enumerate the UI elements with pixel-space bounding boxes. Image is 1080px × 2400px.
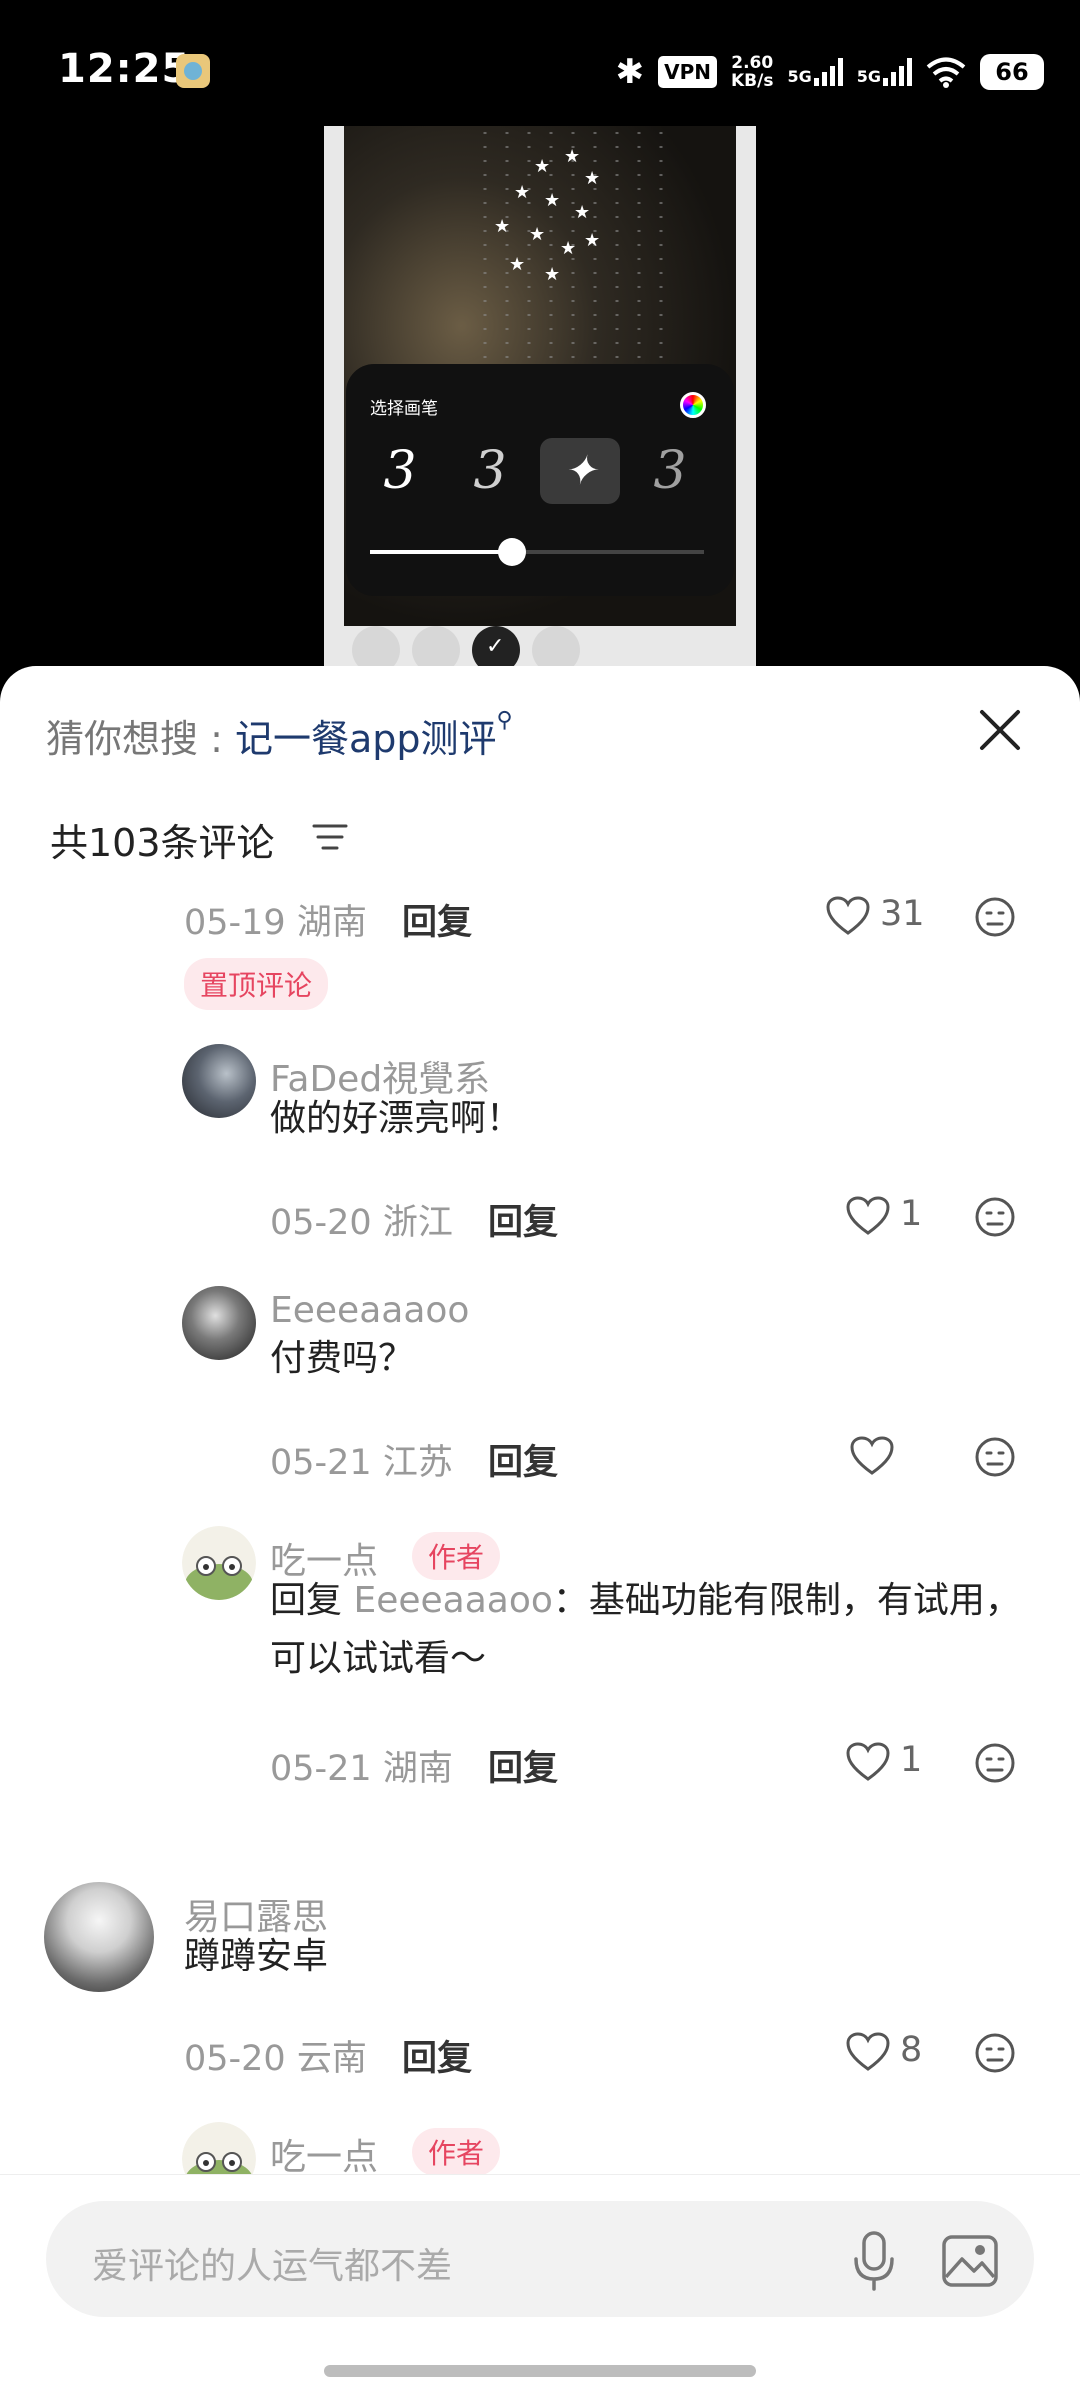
speed-value: 2.60 bbox=[731, 53, 774, 73]
comment-text: 付费吗？ bbox=[270, 1338, 415, 1379]
like-count: 8 bbox=[900, 2030, 923, 2070]
reply-prefix: 回复 bbox=[270, 1580, 354, 1621]
avatar[interactable] bbox=[182, 1044, 256, 1118]
brush-option-stars: ✦ bbox=[540, 438, 620, 504]
status-bar: 12:25 ✱ VPN 2.60 KB/s 5G 5G 66 bbox=[0, 0, 1080, 130]
suggested-search[interactable]: 猜你想搜 : 记一餐app测评⚲ bbox=[46, 708, 513, 763]
reply-button[interactable]: 回复 bbox=[488, 1740, 558, 1791]
battery-icon: 66 bbox=[980, 54, 1044, 90]
heart-icon[interactable] bbox=[846, 2032, 890, 2072]
heart-icon[interactable] bbox=[850, 1436, 894, 1476]
network-type-1: 5G bbox=[787, 67, 812, 86]
comment-meta: 05-21 江苏 bbox=[270, 1443, 453, 1483]
comment-text: 蹲蹲安卓 bbox=[184, 1936, 329, 1977]
author-tag: 作者 bbox=[412, 2128, 501, 2176]
brush-size-slider bbox=[370, 538, 704, 566]
emoji-react-icon[interactable] bbox=[974, 1742, 1016, 1784]
speed-unit: KB/s bbox=[731, 71, 774, 91]
bluetooth-icon: ✱ bbox=[615, 52, 645, 92]
close-icon[interactable] bbox=[976, 706, 1024, 754]
network-type-2: 5G bbox=[856, 67, 881, 86]
comment-input-placeholder: 爱评论的人运气都不差 bbox=[92, 2246, 453, 2287]
wifi-icon bbox=[926, 57, 966, 88]
heart-icon[interactable] bbox=[826, 896, 870, 936]
brush-option-pen: 3 bbox=[383, 441, 417, 501]
heart-icon[interactable] bbox=[846, 1196, 890, 1236]
signal-1-icon: 5G bbox=[787, 58, 843, 86]
emoji-react-icon[interactable] bbox=[974, 896, 1016, 938]
comment-meta: 05-21 湖南 bbox=[270, 1749, 453, 1789]
like-count: 1 bbox=[900, 1194, 923, 1234]
avatar[interactable] bbox=[182, 1286, 256, 1360]
comment-meta: 05-20 浙江 bbox=[270, 1203, 453, 1243]
image-icon[interactable] bbox=[942, 2235, 998, 2287]
comment-count: 共103条评论 bbox=[50, 821, 275, 865]
brush-option-glow: 3 bbox=[473, 441, 507, 501]
pinned-comment-tag: 置顶评论 bbox=[184, 958, 329, 1010]
emoji-react-icon[interactable] bbox=[974, 1196, 1016, 1238]
brush-selector-panel: 选择画笔 3 3 ✦ 3 bbox=[346, 364, 734, 596]
reply-button[interactable]: 回复 bbox=[488, 1434, 558, 1485]
avatar[interactable] bbox=[44, 1882, 154, 1992]
reply-button[interactable]: 回复 bbox=[402, 894, 472, 945]
comment-meta: 05-19 湖南 bbox=[184, 903, 367, 943]
comment-text: 回复 Eeeeaaaoo：基础功能有限制，有试用，可以试试看～ bbox=[270, 1572, 1040, 1688]
heart-icon[interactable] bbox=[846, 1742, 890, 1782]
brush-option-chalk: 3 bbox=[653, 441, 687, 501]
reply-button[interactable]: 回复 bbox=[488, 1194, 558, 1245]
slider-knob bbox=[498, 538, 526, 566]
comment-input[interactable]: 爱评论的人运气都不差 bbox=[46, 2201, 1034, 2317]
search-icon: ⚲ bbox=[496, 708, 513, 733]
emoji-react-icon[interactable] bbox=[974, 1436, 1016, 1478]
emoji-react-icon[interactable] bbox=[974, 2032, 1016, 2074]
comment-text: 做的好漂亮啊！ bbox=[270, 1098, 523, 1139]
post-image-preview[interactable]: ★ ★ ★ ★ ★ ★ ★ ★ ★ ★ ★ ★ 选择画笔 3 3 ✦ 3 bbox=[324, 126, 756, 686]
status-time: 12:25 bbox=[58, 46, 191, 92]
network-speed: 2.60 KB/s bbox=[731, 54, 773, 90]
color-wheel-icon bbox=[680, 392, 706, 418]
comment-meta: 05-20 云南 bbox=[184, 2039, 367, 2079]
avatar[interactable] bbox=[182, 1526, 256, 1600]
home-indicator[interactable] bbox=[324, 2365, 756, 2377]
like-count: 1 bbox=[900, 1740, 923, 1780]
vpn-badge: VPN bbox=[658, 56, 717, 88]
like-count: 31 bbox=[880, 894, 925, 934]
mic-icon[interactable] bbox=[852, 2231, 896, 2291]
comments-sheet: 猜你想搜 : 记一餐app测评⚲ 共103条评论 05-19 湖南 回复 31 … bbox=[0, 666, 1080, 2400]
stars-drawing: ★ ★ ★ ★ ★ ★ ★ ★ ★ ★ ★ ★ bbox=[494, 146, 601, 285]
reply-button[interactable]: 回复 bbox=[402, 2030, 472, 2081]
sort-icon[interactable] bbox=[312, 822, 348, 852]
suggested-search-label: 猜你想搜 : bbox=[46, 717, 235, 761]
suggested-search-keyword[interactable]: 记一餐app测评 bbox=[235, 717, 497, 761]
signal-2-icon: 5G bbox=[857, 58, 912, 86]
app-notification-icon bbox=[176, 54, 210, 88]
reply-target-name[interactable]: Eeeeaaaoo bbox=[353, 1580, 552, 1621]
status-icons: ✱ VPN 2.60 KB/s 5G 5G 66 bbox=[616, 50, 1044, 94]
brush-panel-title: 选择画笔 bbox=[370, 399, 438, 419]
commenter-name[interactable]: 吃一点 bbox=[270, 2128, 378, 2180]
commenter-name[interactable]: Eeeeaaaoo bbox=[270, 1290, 469, 1331]
